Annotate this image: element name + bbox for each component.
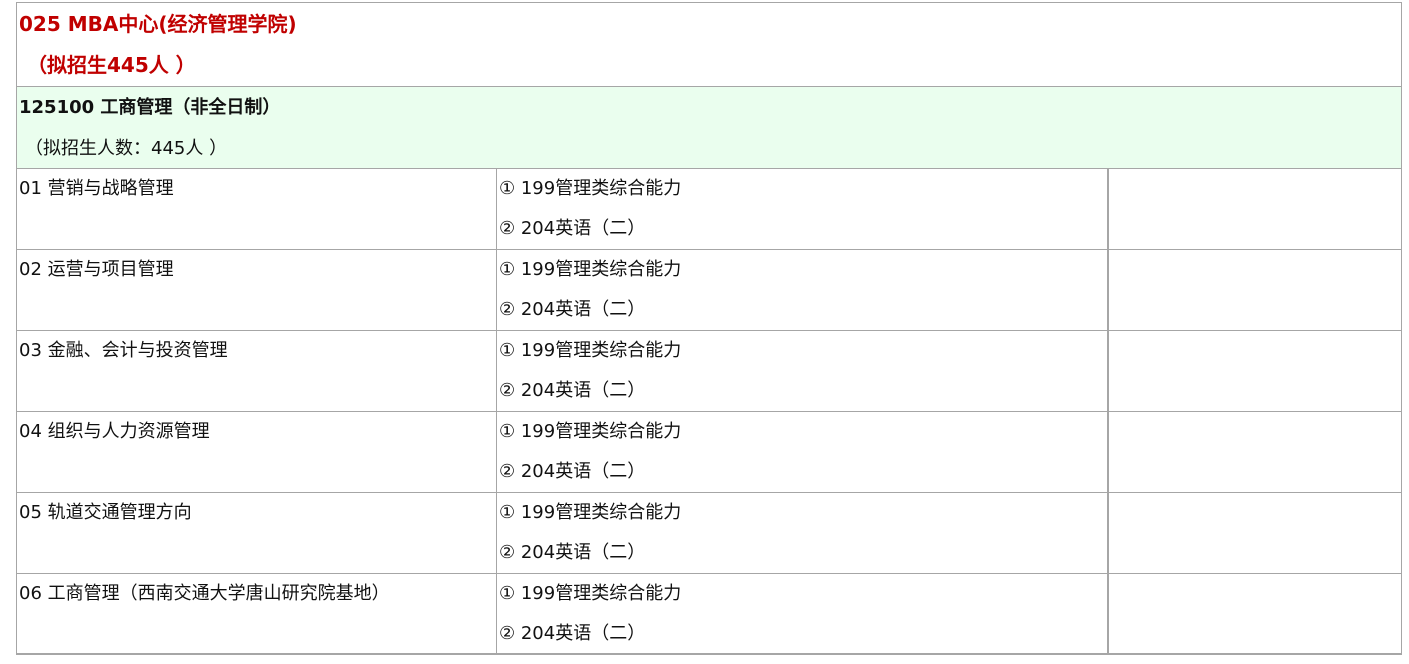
exam-subject-1: ① 199管理类综合能力 (499, 583, 682, 604)
remarks-cell (1109, 331, 1401, 411)
exam-subjects: ① 199管理类综合能力 ② 204英语（二） (497, 574, 1109, 653)
exam-subject-2: ② 204英语（二） (499, 380, 646, 401)
exam-subject-2: ② 204英语（二） (499, 542, 646, 563)
remarks-cell (1109, 169, 1401, 249)
table-row: 02 运营与项目管理 ① 199管理类综合能力 ② 204英语（二） (17, 250, 1401, 331)
direction-name: 06 工商管理（西南交通大学唐山研究院基地） (17, 574, 497, 653)
exam-subject-1: ① 199管理类综合能力 (499, 502, 682, 523)
major-title: 125100 工商管理（非全日制） (19, 97, 281, 118)
remarks-cell (1109, 574, 1401, 653)
direction-name: 03 金融、会计与投资管理 (17, 331, 497, 411)
remarks-cell (1109, 493, 1401, 573)
exam-subjects: ① 199管理类综合能力 ② 204英语（二） (497, 250, 1109, 330)
exam-subject-1: ① 199管理类综合能力 (499, 178, 682, 199)
major-header: 125100 工商管理（非全日制） （拟招生人数：445人 ） (17, 87, 1401, 169)
table-row: 03 金融、会计与投资管理 ① 199管理类综合能力 ② 204英语（二） (17, 331, 1401, 412)
remarks-cell (1109, 412, 1401, 492)
department-title: 025 MBA中心(经济管理学院) (19, 12, 297, 36)
remarks-cell (1109, 250, 1401, 330)
exam-subject-1: ① 199管理类综合能力 (499, 340, 682, 361)
exam-subject-1: ① 199管理类综合能力 (499, 259, 682, 280)
exam-subject-2: ② 204英语（二） (499, 623, 646, 644)
table-row: 05 轨道交通管理方向 ① 199管理类综合能力 ② 204英语（二） (17, 493, 1401, 574)
department-header: 025 MBA中心(经济管理学院) （拟招生445人 ） (17, 3, 1401, 87)
major-quota: （拟招生人数：445人 ） (25, 138, 228, 159)
direction-name: 04 组织与人力资源管理 (17, 412, 497, 492)
exam-subjects: ① 199管理类综合能力 ② 204英语（二） (497, 169, 1109, 249)
admissions-table: 025 MBA中心(经济管理学院) （拟招生445人 ） 125100 工商管理… (16, 2, 1402, 655)
table-row: 01 营销与战略管理 ① 199管理类综合能力 ② 204英语（二） (17, 169, 1401, 250)
exam-subjects: ① 199管理类综合能力 ② 204英语（二） (497, 493, 1109, 573)
department-quota: （拟招生445人 ） (27, 53, 196, 77)
exam-subjects: ① 199管理类综合能力 ② 204英语（二） (497, 412, 1109, 492)
exam-subject-1: ① 199管理类综合能力 (499, 421, 682, 442)
direction-name: 02 运营与项目管理 (17, 250, 497, 330)
table-row: 06 工商管理（西南交通大学唐山研究院基地） ① 199管理类综合能力 ② 20… (17, 574, 1401, 655)
direction-name: 01 营销与战略管理 (17, 169, 497, 249)
table-row: 04 组织与人力资源管理 ① 199管理类综合能力 ② 204英语（二） (17, 412, 1401, 493)
exam-subjects: ① 199管理类综合能力 ② 204英语（二） (497, 331, 1109, 411)
direction-name: 05 轨道交通管理方向 (17, 493, 497, 573)
exam-subject-2: ② 204英语（二） (499, 461, 646, 482)
exam-subject-2: ② 204英语（二） (499, 218, 646, 239)
exam-subject-2: ② 204英语（二） (499, 299, 646, 320)
